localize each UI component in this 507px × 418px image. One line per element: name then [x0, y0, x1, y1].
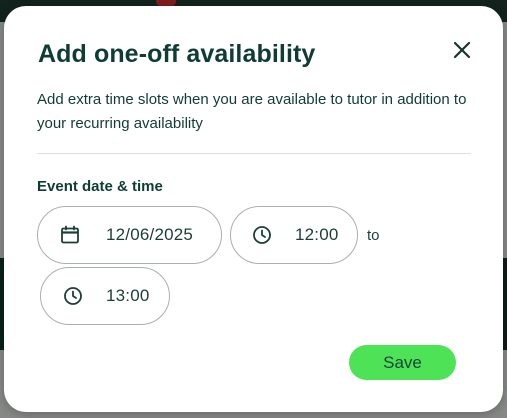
clock-icon — [62, 285, 84, 307]
date-value: 12/06/2025 — [106, 225, 194, 244]
clock-icon — [251, 224, 273, 246]
end-time-value: 13:00 — [106, 286, 150, 305]
calendar-icon — [59, 224, 81, 246]
start-time-value: 12:00 — [295, 225, 339, 244]
close-button[interactable] — [450, 38, 474, 62]
dialog-title: Add one-off availability — [38, 40, 316, 68]
availability-dialog: Add one-off availability Add extra time … — [4, 6, 503, 412]
date-picker[interactable]: 12/06/2025 — [37, 206, 222, 264]
dialog-description: Add extra time slots when you are availa… — [37, 91, 467, 132]
start-time-picker[interactable]: 12:00 — [230, 206, 358, 264]
event-date-time-label: Event date & time — [37, 178, 163, 195]
save-button[interactable]: Save — [349, 345, 456, 380]
end-time-picker[interactable]: 13:00 — [40, 267, 170, 325]
divider — [37, 153, 471, 154]
to-label: to — [367, 227, 380, 244]
close-icon — [453, 41, 471, 59]
